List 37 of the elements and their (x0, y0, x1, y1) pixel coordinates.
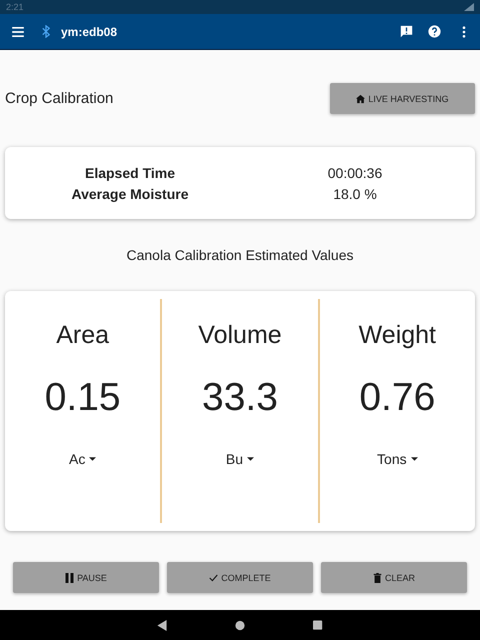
caret-icon (247, 457, 254, 461)
page-title: Crop Calibration (5, 90, 114, 107)
back-icon[interactable] (157, 620, 167, 630)
summary-label: Average Moisture (70, 186, 190, 202)
bluetooth-icon (42, 25, 50, 38)
home-button-icon[interactable] (235, 620, 245, 630)
unit-dropdown[interactable]: Tons (377, 451, 418, 467)
trash-icon (372, 572, 382, 582)
unit-dropdown[interactable]: Ac (68, 451, 96, 467)
device-name: ym:edb08 (61, 24, 118, 38)
section-heading: Canola Calibration Estimated Values (126, 247, 354, 263)
check-icon (209, 572, 218, 582)
signal-icon (464, 3, 474, 11)
unit-dropdown[interactable]: Bu (226, 451, 254, 467)
feedback-icon[interactable] (400, 25, 413, 38)
estimate-value: 0.15 (44, 376, 121, 420)
summary-value: 00:00:36 (326, 164, 384, 180)
complete-button[interactable]: COMPLETE (167, 562, 313, 593)
recents-icon[interactable] (313, 620, 323, 630)
more-icon[interactable] (462, 26, 466, 38)
estimate-name: Area (56, 321, 110, 350)
home-icon (356, 94, 366, 104)
estimate-value: 33.3 (202, 376, 278, 420)
live-harvesting-button[interactable]: LIVE HARVESTING (330, 83, 475, 114)
pause-icon (65, 572, 74, 582)
pause-button[interactable]: PAUSE (13, 562, 159, 593)
clear-button[interactable]: CLEAR (321, 562, 467, 593)
help-icon[interactable] (428, 25, 441, 38)
estimate-name: Weight (358, 321, 436, 350)
caret-icon (410, 457, 418, 461)
caret-icon (89, 457, 96, 461)
summary-value: 18.0 % (332, 186, 378, 202)
estimate-name: Volume (198, 321, 282, 350)
summary-label: Elapsed Time (84, 164, 176, 180)
status-time: 2:21 (6, 2, 24, 12)
menu-icon[interactable] (12, 26, 24, 36)
estimate-value: 0.76 (359, 376, 436, 420)
